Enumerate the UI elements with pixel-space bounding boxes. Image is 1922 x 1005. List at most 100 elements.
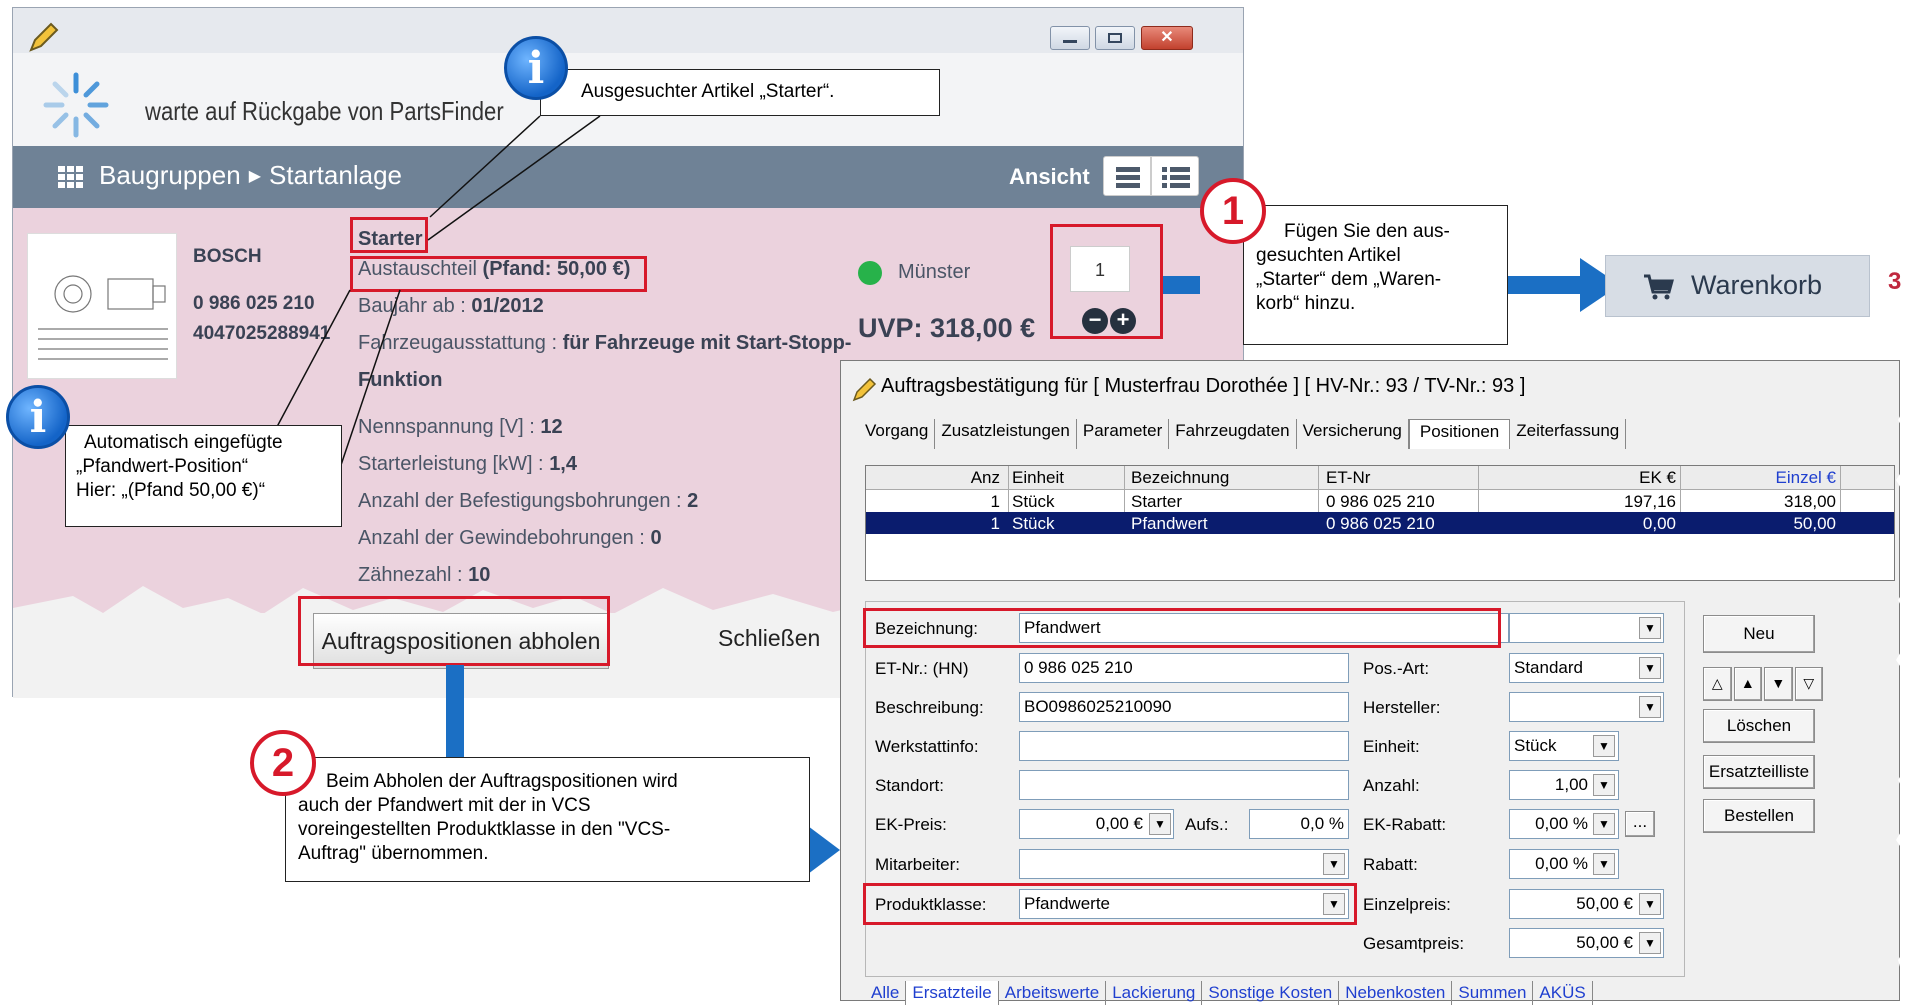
label-einzelpreis: Einzelpreis: xyxy=(1363,895,1451,914)
header-ek: EK € xyxy=(1639,468,1676,487)
tab-zusatzleistungen[interactable]: Zusatzleistungen xyxy=(935,419,1077,449)
chevron-down-icon[interactable]: ▼ xyxy=(1593,813,1615,835)
bottom-tab-akues[interactable]: AKÜS xyxy=(1533,981,1593,1005)
chevron-down-icon[interactable]: ▼ xyxy=(1639,657,1661,679)
tab-vorgang[interactable]: Vorgang xyxy=(859,419,936,449)
label-rabatt: Rabatt: xyxy=(1363,855,1418,874)
label-ek-preis: EK-Preis: xyxy=(875,815,947,834)
cart-button[interactable]: Warenkorb xyxy=(1605,255,1870,317)
bottom-tab-summen[interactable]: Summen xyxy=(1452,981,1534,1005)
werkstattinfo-input[interactable] xyxy=(1019,731,1349,761)
highlight-produktklasse xyxy=(863,883,1357,925)
bottom-tab-bar: Alle Ersatzteile Arbeitswerte Lackierung… xyxy=(865,981,1593,1005)
table-row-selected[interactable]: 1 Stück Pfandwert 0 986 025 210 0,00 50,… xyxy=(866,512,1894,534)
cart-label: Warenkorb xyxy=(1691,270,1823,300)
new-button[interactable]: Neu xyxy=(1703,615,1815,653)
chevron-down-icon[interactable]: ▼ xyxy=(1639,893,1661,915)
tab-positionen[interactable]: Positionen xyxy=(1408,419,1511,449)
torn-edge xyxy=(1896,360,1922,1001)
chevron-down-icon[interactable]: ▼ xyxy=(1593,774,1615,796)
bottom-tab-arbeitswerte[interactable]: Arbeitswerte xyxy=(999,981,1107,1005)
arrow-to-step1 xyxy=(1160,276,1200,294)
callout-selected-article: Ausgesuchter Artikel „Starter“. xyxy=(540,69,940,116)
callout-text: „Pfandwert-Position“ xyxy=(76,456,249,477)
callout-deposit-position: Automatisch eingefügte „Pfandwert-Positi… xyxy=(65,425,342,527)
highlight-quantity xyxy=(1050,224,1163,339)
callout-text: Fügen Sie den aus- xyxy=(1284,221,1450,242)
chevron-down-icon[interactable]: ▼ xyxy=(1639,932,1661,954)
aufs-input[interactable]: 0,0 % xyxy=(1249,809,1349,839)
label-ek-rabatt: EK-Rabatt: xyxy=(1363,815,1447,834)
label-et-nr: ET-Nr.: (HN) xyxy=(875,659,969,678)
tab-bar: Vorgang Zusatzleistungen Parameter Fahrz… xyxy=(859,419,1627,449)
bottom-tab-lackierung[interactable]: Lackierung xyxy=(1106,981,1203,1005)
order-confirmation-window: Auftragsbestätigung für [ Musterfrau Dor… xyxy=(840,360,1900,1005)
label-gesamtpreis: Gesamtpreis: xyxy=(1363,934,1465,953)
standort-input[interactable] xyxy=(1019,770,1349,800)
cart-count-badge: 3 xyxy=(1888,268,1902,295)
callout-text: voreingestellten Produktklasse in den "V… xyxy=(298,819,671,840)
header-einheit: Einheit xyxy=(1012,468,1064,487)
header-einzel: Einzel € xyxy=(1775,468,1836,487)
tab-zeiterfassung[interactable]: Zeiterfassung xyxy=(1510,419,1627,449)
header-bezeichnung: Bezeichnung xyxy=(1131,468,1230,487)
label-werkstattinfo: Werkstattinfo: xyxy=(875,737,979,756)
bottom-tab-alle[interactable]: Alle xyxy=(865,981,907,1005)
tab-fahrzeugdaten[interactable]: Fahrzeugdaten xyxy=(1169,419,1297,449)
chevron-down-icon[interactable]: ▼ xyxy=(1639,696,1661,718)
table-row[interactable]: 1 Stück Starter 0 986 025 210 197,16 318… xyxy=(866,490,1894,512)
label-hersteller: Hersteller: xyxy=(1363,698,1441,717)
callout-text: „Starter“ dem „Waren- xyxy=(1256,269,1442,290)
label-standort: Standort: xyxy=(875,776,944,795)
info-icon: i xyxy=(6,385,70,449)
arrow-to-cart-shaft xyxy=(1505,276,1585,294)
shopping-cart-icon xyxy=(1644,274,1674,300)
order-button[interactable]: Bestellen xyxy=(1703,799,1815,833)
callout-text: korb“ hinzu. xyxy=(1256,293,1356,314)
ek-rabatt-more-button[interactable]: ... xyxy=(1625,811,1655,837)
move-up-icon[interactable]: ▲ xyxy=(1733,667,1762,701)
callout-text: Automatisch eingefügte xyxy=(84,432,283,453)
tab-versicherung[interactable]: Versicherung xyxy=(1297,419,1409,449)
chevron-down-icon[interactable]: ▼ xyxy=(1323,853,1345,875)
info-icon: i xyxy=(504,36,568,100)
chevron-down-icon[interactable]: ▼ xyxy=(1593,735,1615,757)
move-down-icon[interactable]: ▼ xyxy=(1764,667,1793,701)
parts-list-button[interactable]: Ersatzteilliste xyxy=(1703,755,1815,789)
header-et-nr: ET-Nr xyxy=(1326,468,1371,487)
move-first-icon[interactable]: △ xyxy=(1703,667,1732,701)
callout-text: Ausgesuchter Artikel „Starter“. xyxy=(581,81,835,102)
callout-text: Hier: „(Pfand 50,00 €)“ xyxy=(76,480,266,501)
callout-text: Beim Abholen der Auftragspositionen wird xyxy=(326,771,678,792)
label-aufs: Aufs.: xyxy=(1185,815,1229,834)
move-buttons: △ ▲ ▼ ▽ xyxy=(1703,667,1823,701)
step-1-badge: 1 xyxy=(1200,178,1266,244)
bottom-tab-sonstige-kosten[interactable]: Sonstige Kosten xyxy=(1202,981,1340,1005)
delete-button[interactable]: Löschen xyxy=(1703,709,1815,743)
beschreibung-input[interactable]: BO0986025210090 xyxy=(1019,692,1349,722)
positions-table: Anz Einheit Bezeichnung ET-Nr EK € Einze… xyxy=(865,465,1895,581)
pencil-icon xyxy=(852,377,877,402)
et-nr-input[interactable]: 0 986 025 210 xyxy=(1019,653,1349,683)
label-beschreibung: Beschreibung: xyxy=(875,698,984,717)
chevron-down-icon[interactable]: ▼ xyxy=(1149,813,1171,835)
arrow-down-shaft xyxy=(446,665,464,765)
callout-text: Auftrag" übernommen. xyxy=(298,843,489,864)
label-einheit: Einheit: xyxy=(1363,737,1420,756)
callout-text: auch der Pfandwert mit der in VCS xyxy=(298,795,591,816)
callout-step1: Fügen Sie den aus- gesuchten Artikel „St… xyxy=(1243,205,1508,345)
label-anzahl: Anzahl: xyxy=(1363,776,1420,795)
header-anz: Anz xyxy=(970,468,1000,487)
label-pos-art: Pos.-Art: xyxy=(1363,659,1430,678)
label-mitarbeiter: Mitarbeiter: xyxy=(875,855,961,874)
tab-parameter[interactable]: Parameter xyxy=(1077,419,1170,449)
mitarbeiter-select[interactable] xyxy=(1019,849,1349,879)
highlight-bezeichnung xyxy=(863,608,1501,648)
chevron-down-icon[interactable]: ▼ xyxy=(1639,617,1661,639)
bottom-tab-nebenkosten[interactable]: Nebenkosten xyxy=(1339,981,1453,1005)
chevron-down-icon[interactable]: ▼ xyxy=(1593,853,1615,875)
callout-text: gesuchten Artikel xyxy=(1256,245,1401,266)
move-last-icon[interactable]: ▽ xyxy=(1794,667,1823,701)
callout-step2: Beim Abholen der Auftragspositionen wird… xyxy=(285,757,810,882)
bottom-tab-ersatzteile[interactable]: Ersatzteile xyxy=(906,981,999,1005)
